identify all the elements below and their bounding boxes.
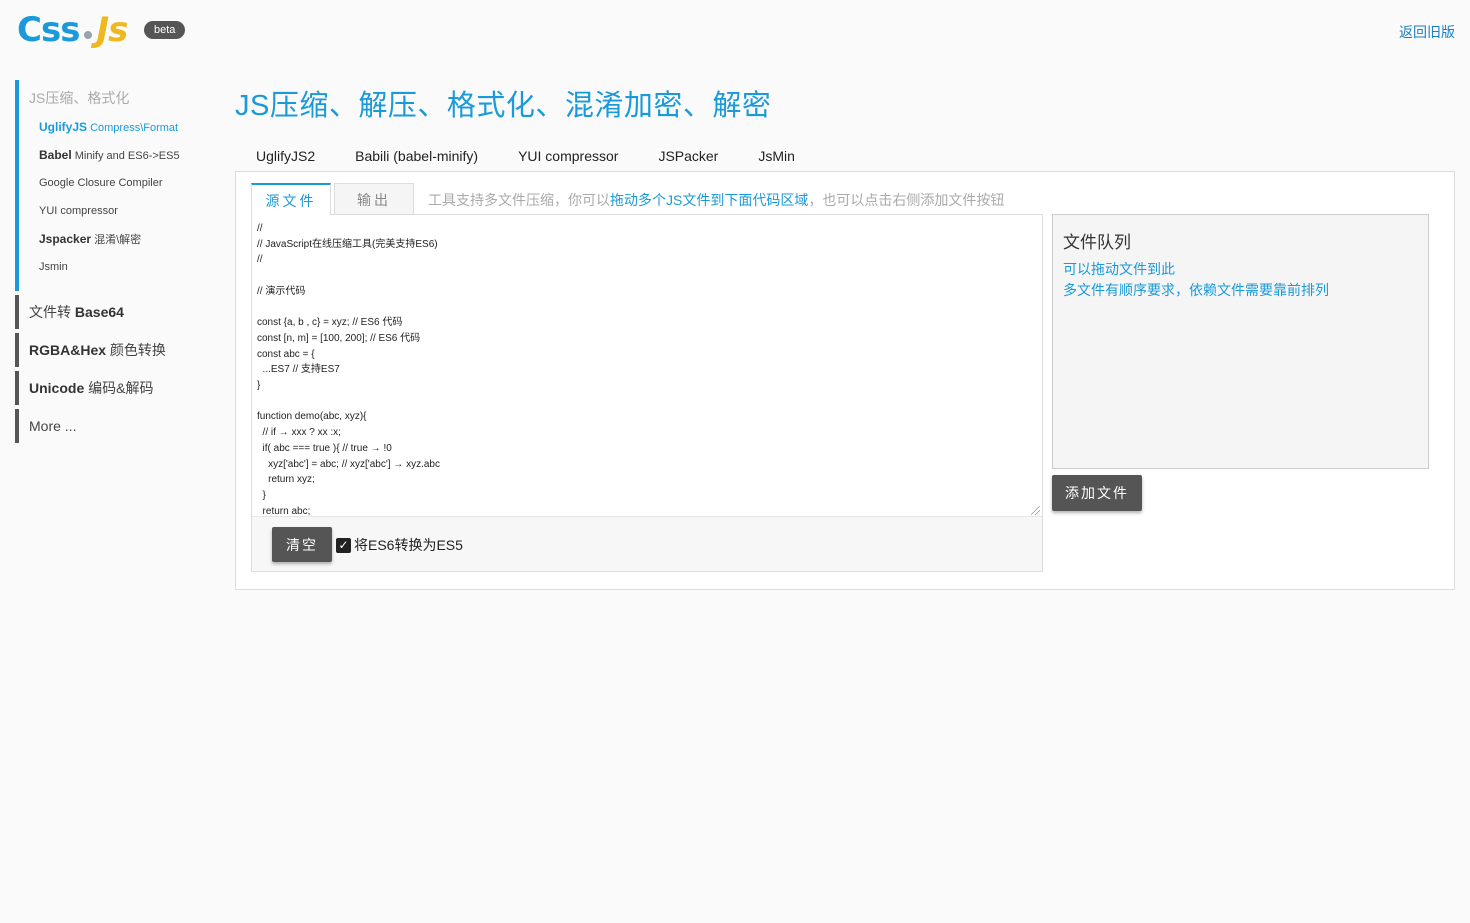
tab-jsmin[interactable]: JsMin: [738, 145, 815, 167]
sidebar-item-bold: Jspacker: [39, 232, 92, 246]
tab-uglifyjs2[interactable]: UglifyJS2: [236, 145, 335, 167]
logo-css-text: Css: [17, 10, 80, 50]
sidebar-item-label: 颜色转换: [106, 342, 166, 358]
file-queue-dropzone[interactable]: 文件队列 可以拖动文件到此 多文件有顺序要求，依赖文件需要靠前排列: [1052, 214, 1429, 469]
sidebar-item-label: 文件转: [29, 304, 75, 320]
sidebar-item-babel[interactable]: Babel Minify and ES6->ES5: [29, 145, 215, 173]
sidebar-item-label: More ...: [29, 418, 77, 434]
tab-output[interactable]: 输出: [334, 183, 414, 215]
tab-source[interactable]: 源文件: [251, 183, 331, 215]
sidebar-item-label: Minify and ES6->ES5: [71, 150, 180, 162]
page-title: JS压缩、解压、格式化、混淆加密、解密: [235, 90, 772, 122]
tab-jspacker[interactable]: JSPacker: [638, 145, 738, 167]
tool-tabs: UglifyJS2 Babili (babel-minify) YUI comp…: [236, 145, 815, 167]
sidebar-item-rgba-hex[interactable]: RGBA&Hex 颜色转换: [15, 333, 215, 367]
sidebar: JS压缩、格式化 UglifyJS Compress\Format Babel …: [15, 80, 215, 443]
sidebar-item-label: 混淆\解密: [91, 234, 142, 246]
file-queue-hint-1: 可以拖动文件到此: [1063, 261, 1175, 277]
sidebar-item-unicode[interactable]: Unicode 编码&解码: [15, 371, 215, 405]
beta-badge: beta: [144, 21, 186, 39]
clear-button[interactable]: 清空: [272, 527, 332, 562]
sidebar-item-jsmin[interactable]: Jsmin: [29, 257, 215, 285]
source-code-editor[interactable]: // // JavaScript在线压缩工具(完美支持ES6) // // 演示…: [252, 215, 1042, 517]
sidebar-group-js: JS压缩、格式化 UglifyJS Compress\Format Babel …: [15, 80, 215, 291]
sidebar-item-label: Compress\Format: [87, 122, 179, 134]
es6-checkbox[interactable]: ✓: [336, 537, 351, 553]
sidebar-item-label: YUI compressor: [39, 205, 118, 217]
resize-grip-icon[interactable]: [1031, 506, 1040, 515]
file-queue-hint-2: 多文件有顺序要求，依赖文件需要靠前排列: [1063, 282, 1329, 298]
sidebar-item-uglifyjs[interactable]: UglifyJS Compress\Format: [29, 117, 215, 145]
back-to-old-version-link[interactable]: 返回旧版: [1399, 22, 1455, 42]
sidebar-item-bold: UglifyJS: [39, 120, 88, 134]
sidebar-item-label: 编码&解码: [84, 380, 154, 396]
sidebar-item-base64[interactable]: 文件转 Base64: [15, 295, 215, 329]
sidebar-item-bold: Unicode: [29, 380, 85, 396]
sidebar-item-label: Jsmin: [39, 261, 68, 273]
sidebar-item-yui[interactable]: YUI compressor: [29, 201, 215, 229]
logo[interactable]: Css Js: [17, 10, 128, 50]
tab-yui-compressor[interactable]: YUI compressor: [498, 145, 638, 167]
compressor-panel: 输出 // // JavaScript在线压缩工具(完美支持ES6) // //…: [235, 171, 1455, 590]
add-file-button[interactable]: 添加文件: [1052, 475, 1142, 511]
logo-dot: [84, 31, 93, 39]
logo-js-text: Js: [96, 10, 128, 50]
editor-box: // // JavaScript在线压缩工具(完美支持ES6) // // 演示…: [251, 214, 1043, 572]
es6-checkbox-label: 将ES6转换为ES5: [354, 537, 463, 553]
sidebar-group-title[interactable]: JS压缩、格式化: [29, 88, 215, 108]
sidebar-item-google-closure[interactable]: Google Closure Compiler: [29, 173, 215, 201]
sidebar-item-bold: Babel: [39, 148, 72, 162]
file-queue-title: 文件队列: [1063, 233, 1131, 252]
hint-text-end: ，也可以点击右侧添加文件按钮: [808, 192, 1005, 208]
sidebar-item-more[interactable]: More ...: [15, 409, 215, 443]
sidebar-item-label: Google Closure Compiler: [39, 177, 163, 189]
sidebar-item-bold: Base64: [74, 304, 124, 320]
sidebar-item-jspacker[interactable]: Jspacker 混淆\解密: [29, 229, 215, 257]
hint-highlight: 拖动多个JS文件到下面代码区域: [610, 192, 809, 208]
es6-to-es5-option[interactable]: ✓ 将ES6转换为ES5: [336, 535, 463, 555]
tab-babili[interactable]: Babili (babel-minify): [335, 145, 498, 167]
drag-hint: 工具支持多文件压缩，你可以拖动多个JS文件到下面代码区域，也可以点击右侧添加文件…: [428, 190, 1004, 210]
sidebar-item-bold: RGBA&Hex: [29, 342, 107, 358]
hint-text: 工具支持多文件压缩，你可以: [428, 192, 610, 208]
